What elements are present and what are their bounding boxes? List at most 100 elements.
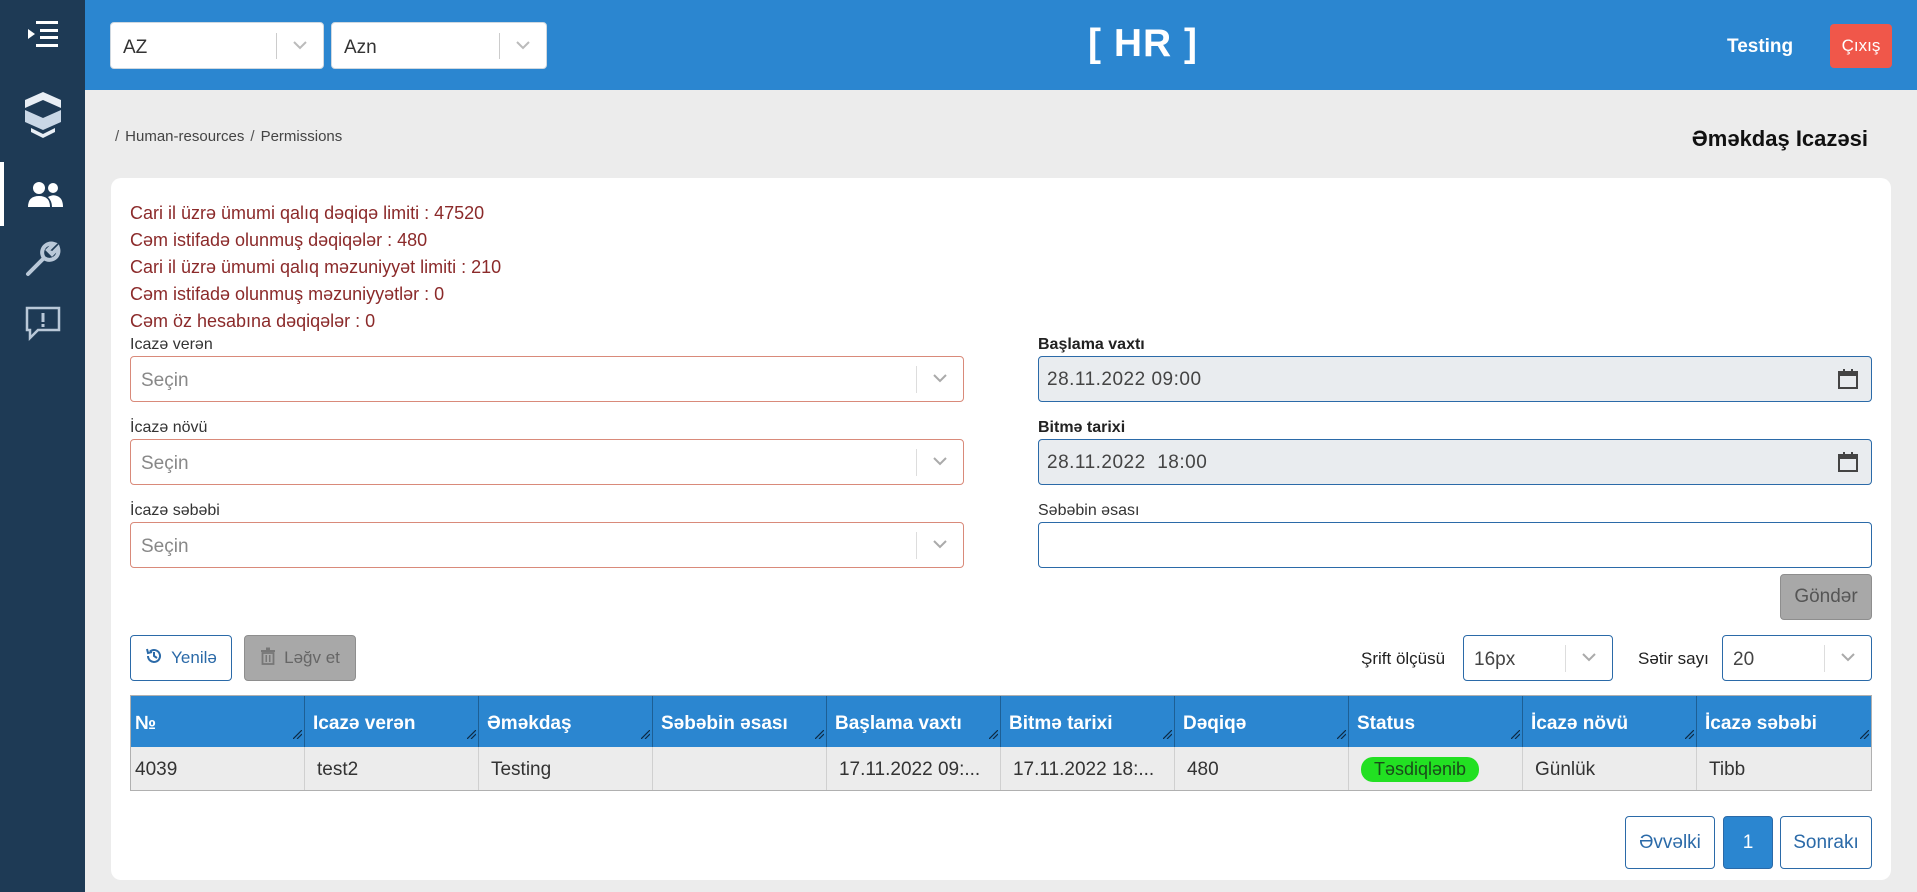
- cancel-button[interactable]: Ləğv et: [244, 635, 356, 681]
- page-1-button[interactable]: 1: [1723, 816, 1773, 869]
- chevron-down-icon: [515, 37, 531, 58]
- submit-button[interactable]: Göndər: [1780, 574, 1872, 620]
- font-size-label: Şrift ölçüsü: [1361, 649, 1446, 668]
- status-badge: Təsdiqlənib: [1360, 757, 1480, 782]
- select-separator: [916, 366, 917, 393]
- select-separator: [1565, 645, 1566, 672]
- start-time-input[interactable]: 28.11.2022 09:00: [1038, 356, 1872, 402]
- permissions-table: № Icazə verən Əməkdaş Səbəbin əsası Başl…: [130, 695, 1872, 791]
- breadcrumb-item-permissions[interactable]: Permissions: [261, 128, 343, 145]
- resize-handle-icon[interactable]: [1336, 723, 1347, 745]
- table-cell: 4039: [131, 747, 305, 790]
- language-select[interactable]: AZ: [110, 22, 324, 69]
- resize-handle-icon[interactable]: [1510, 723, 1521, 745]
- reason-basis-label: Səbəbin əsası: [1038, 502, 1140, 519]
- select-separator: [1824, 645, 1825, 672]
- permit-reason-label: İcazə səbəbi: [130, 502, 220, 519]
- users-icon[interactable]: [0, 162, 85, 226]
- page-title: Əməkdaş Icazəsi: [1691, 126, 1868, 151]
- column-header-giver[interactable]: Icazə verən: [305, 696, 479, 747]
- select-placeholder: Seçin: [141, 536, 189, 557]
- calendar-icon[interactable]: [1837, 451, 1859, 478]
- reason-basis-input[interactable]: [1038, 522, 1872, 568]
- resize-handle-icon[interactable]: [1162, 723, 1173, 745]
- column-header-reason[interactable]: İcazə səbəbi: [1697, 696, 1871, 747]
- table-cell: 480: [1175, 747, 1349, 790]
- font-size-value: 16px: [1474, 649, 1516, 670]
- resize-handle-icon[interactable]: [466, 723, 477, 745]
- column-header-basis[interactable]: Səbəbin əsası: [653, 696, 827, 747]
- breadcrumb-item-hr[interactable]: Human-resources: [125, 128, 244, 145]
- prev-page-button[interactable]: Əvvəlki: [1625, 816, 1715, 869]
- resize-handle-icon[interactable]: [988, 723, 999, 745]
- chevron-down-icon: [1581, 649, 1597, 670]
- table-cell: Təsdiqlənib: [1349, 747, 1523, 790]
- breadcrumb: / Human-resources / Permissions: [115, 128, 343, 145]
- rows-count-value: 20: [1733, 649, 1755, 670]
- column-header-no[interactable]: №: [131, 696, 305, 747]
- logout-button[interactable]: Çıxış: [1830, 24, 1892, 68]
- feedback-icon[interactable]: [0, 302, 85, 344]
- permit-giver-label: Icazə verən: [130, 336, 213, 353]
- limit-line: Cəm istifadə olunmuş dəqiqələr : 480: [130, 230, 428, 250]
- select-placeholder: Seçin: [141, 370, 189, 391]
- resize-handle-icon[interactable]: [640, 723, 651, 745]
- end-date-value: 28.11.2022 18:00: [1047, 452, 1208, 473]
- column-header-start[interactable]: Başlama vaxtı: [827, 696, 1001, 747]
- sidebar: [0, 0, 85, 892]
- calendar-icon[interactable]: [1837, 368, 1859, 395]
- menu-icon[interactable]: [0, 14, 85, 54]
- chevron-down-icon: [932, 536, 948, 557]
- language-select-value: AZ: [123, 37, 148, 58]
- start-time-value: 28.11.2022 09:00: [1047, 369, 1202, 390]
- currency-select-value: Azn: [344, 37, 377, 58]
- limit-line: Cari il üzrə ümumi qalıq məzuniyyət limi…: [130, 257, 502, 277]
- resize-handle-icon[interactable]: [1684, 723, 1695, 745]
- column-header-minutes[interactable]: Dəqiqə: [1175, 696, 1349, 747]
- app-title: [ HR ]: [1088, 22, 1198, 65]
- table-cell: [653, 747, 827, 790]
- permit-type-select[interactable]: Seçin: [130, 439, 964, 485]
- permit-type-label: İcazə növü: [130, 419, 208, 436]
- end-date-label: Bitmə tarixi: [1038, 419, 1126, 436]
- history-icon: [145, 647, 163, 670]
- rows-count-label: Sətir sayı: [1638, 649, 1709, 668]
- cancel-label: Ləğv et: [284, 648, 340, 667]
- column-header-type[interactable]: İcazə növü: [1523, 696, 1697, 747]
- column-header-end[interactable]: Bitmə tarixi: [1001, 696, 1175, 747]
- table-cell: Günlük: [1523, 747, 1697, 790]
- chevron-down-icon: [292, 37, 308, 58]
- table-cell: 17.11.2022 18:...: [1001, 747, 1175, 790]
- limit-line: Cəm öz hesabına dəqiqələr : 0: [130, 311, 376, 331]
- limit-line: Cəm istifadə olunmuş məzuniyyətlər : 0: [130, 284, 445, 304]
- select-separator: [499, 33, 500, 59]
- table-row[interactable]: 4039 test2 Testing 17.11.2022 09:... 17.…: [131, 747, 1871, 790]
- permit-reason-select[interactable]: Seçin: [130, 522, 964, 568]
- end-date-input[interactable]: 28.11.2022 18:00: [1038, 439, 1872, 485]
- currency-select[interactable]: Azn: [331, 22, 547, 69]
- refresh-button[interactable]: Yenilə: [130, 635, 232, 681]
- table-cell: 17.11.2022 09:...: [827, 747, 1001, 790]
- wrench-icon[interactable]: [0, 238, 85, 280]
- select-separator: [916, 532, 917, 559]
- permit-giver-select[interactable]: Seçin: [130, 356, 964, 402]
- resize-handle-icon[interactable]: [1859, 723, 1870, 745]
- top-header: AZ Azn [ HR ] Testing Çıxış: [85, 0, 1917, 90]
- column-header-status[interactable]: Status: [1349, 696, 1523, 747]
- resize-handle-icon[interactable]: [814, 723, 825, 745]
- resize-handle-icon[interactable]: [292, 723, 303, 745]
- chevron-down-icon: [932, 453, 948, 474]
- rows-count-select[interactable]: 20: [1722, 635, 1872, 681]
- logo-icon[interactable]: [0, 90, 85, 140]
- table-cell: Testing: [479, 747, 653, 790]
- font-size-select[interactable]: 16px: [1463, 635, 1613, 681]
- user-name[interactable]: Testing: [1727, 36, 1793, 58]
- column-header-employee[interactable]: Əməkdaş: [479, 696, 653, 747]
- select-separator: [276, 33, 277, 59]
- table-header: № Icazə verən Əməkdaş Səbəbin əsası Başl…: [131, 696, 1871, 747]
- next-page-button[interactable]: Sonrakı: [1780, 816, 1872, 869]
- table-cell: test2: [305, 747, 479, 790]
- chevron-down-icon: [1840, 649, 1856, 670]
- limits-info: Cari il üzrə ümumi qalıq dəqiqə limiti :…: [130, 200, 501, 335]
- table-cell: Tibb: [1708, 759, 1746, 780]
